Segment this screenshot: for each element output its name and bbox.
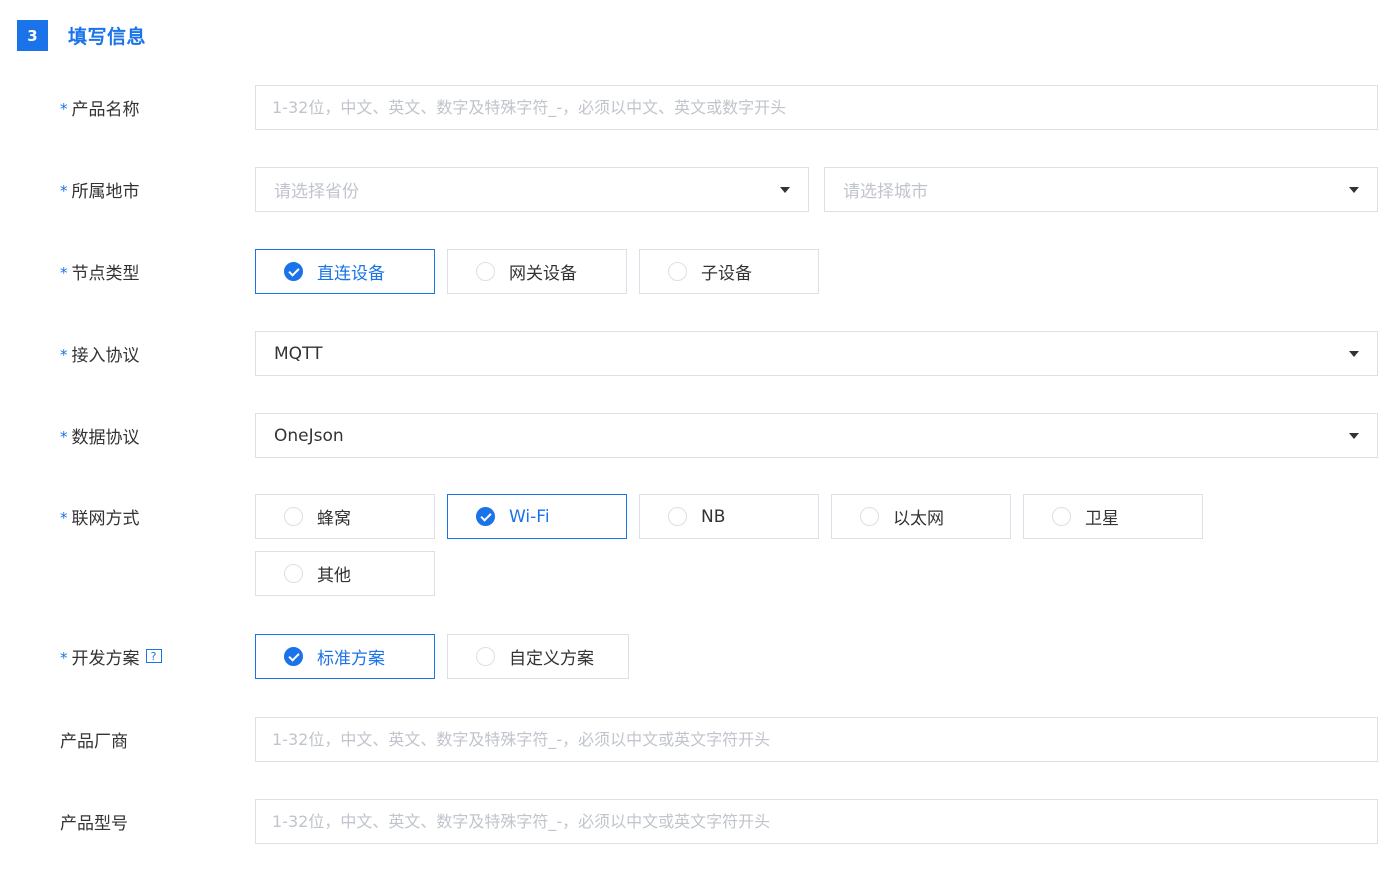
network-label: * 联网方式 [60,508,140,529]
radio-checked-icon [476,507,495,526]
radio-unchecked-icon [284,564,303,583]
node-type-option-gateway[interactable]: 网关设备 [447,249,627,294]
access-protocol-value: MQTT [274,343,323,364]
required-mark: * [60,509,68,527]
question-icon[interactable]: ? [145,649,162,663]
radio-unchecked-icon [668,507,687,526]
vendor-label: 产品厂商 [60,731,128,752]
radio-checked-icon [284,262,303,281]
node-type-label: * 节点类型 [60,263,140,284]
step-badge: 3 [17,20,48,51]
network-option-cellular[interactable]: 蜂窝 [255,494,435,539]
required-mark: * [60,346,68,364]
model-field [255,799,1378,844]
vendor-input[interactable] [256,718,1377,761]
radio-unchecked-icon [476,647,495,666]
caret-down-icon [780,186,790,193]
location-label: * 所属地市 [60,181,140,202]
network-option-other[interactable]: 其他 [255,551,435,596]
required-mark: * [60,649,68,667]
radio-checked-icon [284,647,303,666]
city-select-placeholder: 请选择城市 [843,182,928,202]
dev-scheme-label: * 开发方案 ? [60,634,162,678]
model-input[interactable] [256,800,1377,843]
caret-down-icon [1349,350,1359,357]
access-protocol-select[interactable]: MQTT [255,331,1378,376]
vendor-field [255,717,1378,762]
network-option-wifi[interactable]: Wi-Fi [447,494,627,539]
dev-scheme-option-custom[interactable]: 自定义方案 [447,634,629,679]
city-select[interactable]: 请选择城市 [824,167,1378,212]
required-mark: * [60,100,68,118]
section-header: 3 填写信息 [17,20,146,51]
dev-scheme-option-standard[interactable]: 标准方案 [255,634,435,679]
checkmark-icon [287,264,300,277]
province-select-placeholder: 请选择省份 [274,182,359,202]
network-option-ethernet[interactable]: 以太网 [831,494,1011,539]
caret-down-icon [1349,432,1359,439]
radio-unchecked-icon [476,262,495,281]
model-label: 产品型号 [60,813,128,834]
checkmark-icon [287,649,300,662]
checkmark-icon [479,509,492,522]
province-select[interactable]: 请选择省份 [255,167,809,212]
radio-unchecked-icon [860,507,879,526]
radio-unchecked-icon [1052,507,1071,526]
required-mark: * [60,182,68,200]
node-type-option-direct[interactable]: 直连设备 [255,249,435,294]
product-name-input[interactable] [256,86,1377,129]
data-protocol-select[interactable]: OneJson [255,413,1378,458]
network-option-nb[interactable]: NB [639,494,819,539]
section-title: 填写信息 [68,26,147,48]
data-protocol-value: OneJson [274,425,344,446]
required-mark: * [60,428,68,446]
product-name-label: * 产品名称 [60,99,140,120]
access-protocol-label: * 接入协议 [60,345,140,366]
data-protocol-label: * 数据协议 [60,427,140,448]
radio-unchecked-icon [284,507,303,526]
radio-unchecked-icon [668,262,687,281]
network-option-satellite[interactable]: 卫星 [1023,494,1203,539]
required-mark: * [60,264,68,282]
caret-down-icon [1349,186,1359,193]
node-type-option-subdevice[interactable]: 子设备 [639,249,819,294]
product-name-field [255,85,1378,130]
